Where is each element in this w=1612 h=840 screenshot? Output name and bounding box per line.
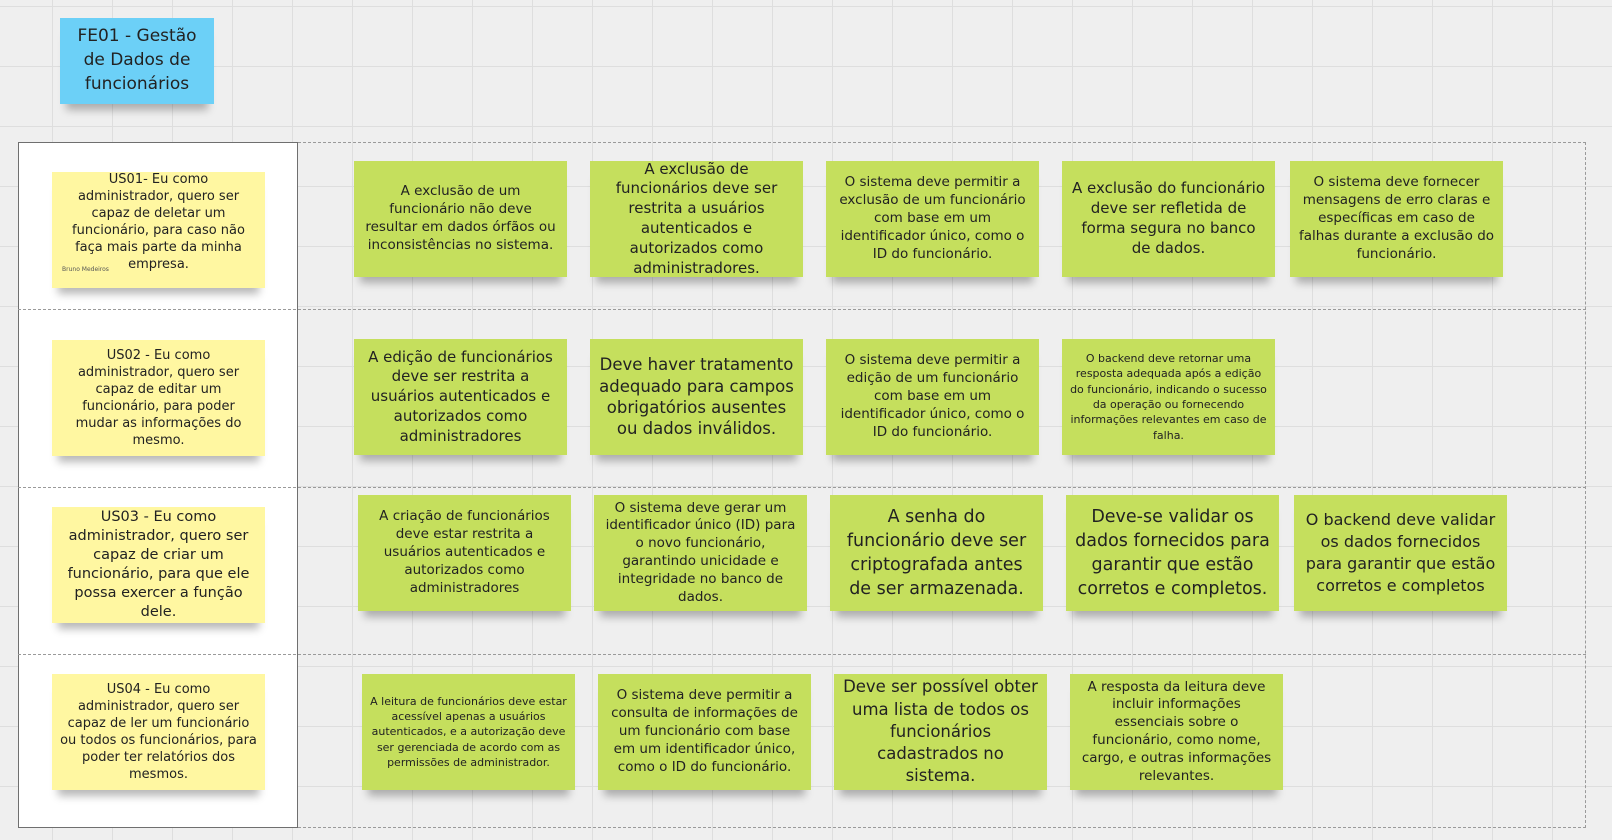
row-divider [18, 487, 1586, 488]
requirement-note[interactable]: O backend deve retornar uma resposta ade… [1062, 339, 1275, 455]
requirement-text: O sistema deve permitir a edição de um f… [840, 352, 1025, 440]
user-story-text: US02 - Eu como administrador, quero ser … [75, 347, 242, 449]
requirement-text: Deve haver tratamento adequado para camp… [599, 355, 794, 439]
requirement-note[interactable]: O sistema deve permitir a consulta de in… [598, 674, 811, 790]
user-story-note-us02[interactable]: US02 - Eu como administrador, quero ser … [52, 340, 265, 456]
requirement-text: A leitura de funcionários deve estar ace… [370, 694, 567, 770]
requirement-text: O sistema deve permitir a exclusão de um… [839, 174, 1026, 262]
requirement-note[interactable]: Deve ser possível obter uma lista de tod… [834, 674, 1047, 790]
requirement-note[interactable]: O backend deve validar os dados fornecid… [1294, 495, 1507, 611]
feature-title: FE01 - Gestão de Dados de funcionários [77, 26, 197, 94]
requirement-text: A exclusão de um funcionário não deve re… [365, 183, 556, 253]
requirement-text: A senha do funcionário deve ser criptogr… [846, 506, 1027, 600]
requirement-note[interactable]: O sistema deve permitir a exclusão de um… [826, 161, 1039, 277]
requirement-note[interactable]: A resposta da leitura deve incluir infor… [1070, 674, 1283, 790]
requirement-text: A exclusão de funcionários deve ser rest… [615, 159, 778, 277]
requirement-note[interactable]: A criação de funcionários deve estar res… [358, 495, 571, 611]
feature-sticky-note[interactable]: FE01 - Gestão de Dados de funcionários [60, 18, 214, 104]
requirement-text: O sistema deve permitir a consulta de in… [611, 687, 798, 775]
row-divider [18, 654, 1586, 655]
requirement-note[interactable]: O sistema deve gerar um identificador ún… [594, 495, 807, 611]
requirement-text: A exclusão do funcionário deve ser refle… [1071, 179, 1266, 257]
requirement-note[interactable]: O sistema deve fornecer mensagens de err… [1290, 161, 1503, 277]
requirement-text: O backend deve retornar uma resposta ade… [1070, 351, 1267, 442]
requirement-text: O sistema deve gerar um identificador ún… [605, 499, 796, 605]
whiteboard-canvas[interactable]: FE01 - Gestão de Dados de funcionários U… [0, 0, 1612, 840]
requirement-note[interactable]: O sistema deve permitir a edição de um f… [826, 339, 1039, 455]
requirement-note[interactable]: A exclusão de funcionários deve ser rest… [590, 159, 803, 277]
requirement-note[interactable]: A leitura de funcionários deve estar ace… [362, 674, 575, 790]
user-story-note-us01[interactable]: US01- Eu como administrador, quero ser c… [52, 172, 265, 288]
requirement-note[interactable]: Deve haver tratamento adequado para camp… [590, 339, 803, 455]
requirement-text: O backend deve validar os dados fornecid… [1305, 509, 1496, 596]
requirement-note[interactable]: A senha do funcionário deve ser criptogr… [830, 495, 1043, 611]
requirement-note[interactable]: A edição de funcionários deve ser restri… [354, 339, 567, 455]
author-label: Bruno Medeiros [62, 266, 109, 274]
requirement-text: A resposta da leitura deve incluir infor… [1081, 678, 1272, 784]
user-story-note-us03[interactable]: US03 - Eu como administrador, quero ser … [52, 507, 265, 623]
requirement-text: Deve-se validar os dados fornecidos para… [1075, 506, 1270, 600]
user-story-text: US04 - Eu como administrador, quero ser … [60, 681, 257, 783]
requirement-note[interactable]: A exclusão de um funcionário não deve re… [354, 161, 567, 277]
requirement-text: O sistema deve fornecer mensagens de err… [1298, 174, 1495, 262]
requirement-text: A edição de funcionários deve ser restri… [368, 347, 553, 445]
requirement-note[interactable]: A exclusão do funcionário deve ser refle… [1062, 161, 1275, 277]
user-story-text: US01- Eu como administrador, quero ser c… [72, 171, 245, 273]
requirement-text: Deve ser possível obter uma lista de tod… [843, 677, 1038, 786]
requirement-note[interactable]: Deve-se validar os dados fornecidos para… [1066, 495, 1279, 611]
row-divider [18, 309, 1586, 310]
user-story-text: US03 - Eu como administrador, quero ser … [67, 508, 250, 621]
user-story-note-us04[interactable]: US04 - Eu como administrador, quero ser … [52, 674, 265, 790]
requirement-text: A criação de funcionários deve estar res… [379, 508, 550, 596]
